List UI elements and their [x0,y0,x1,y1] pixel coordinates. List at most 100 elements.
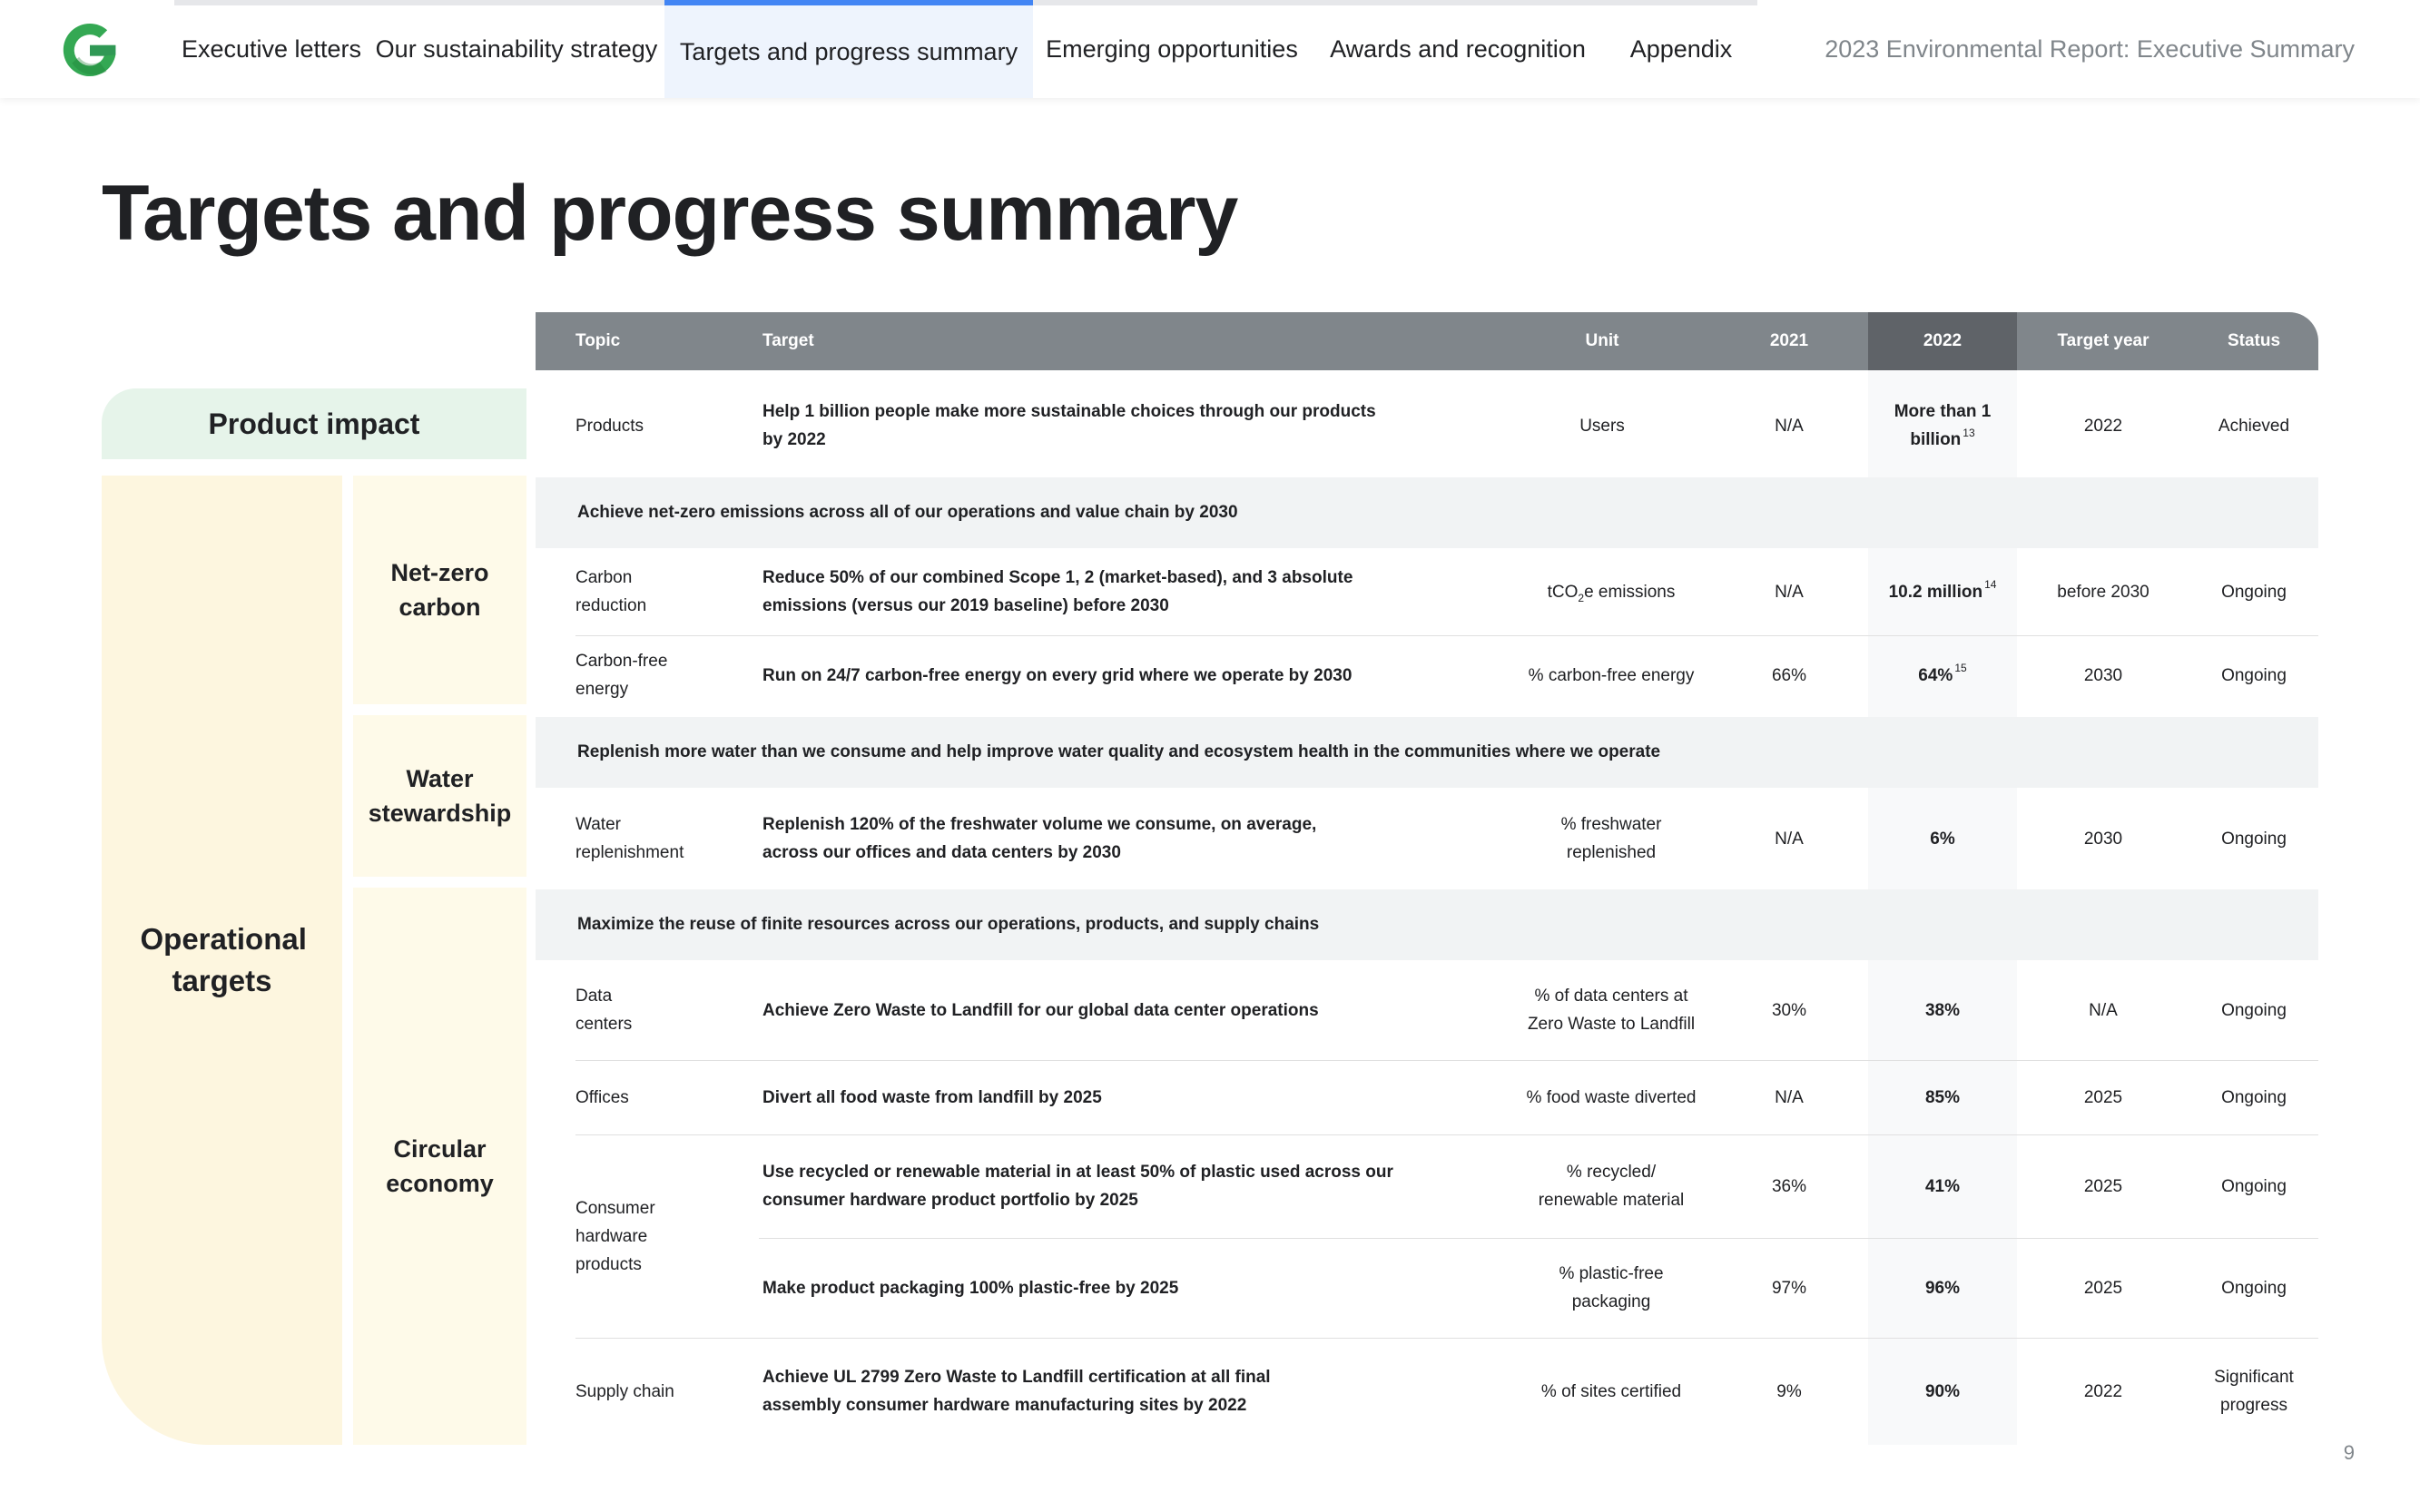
tab-executive-letters[interactable]: Executive letters [174,0,369,98]
row-target-year: N/A [2089,1000,2118,1020]
row-status: Ongoing [2221,1278,2287,1298]
row-target-year: 2030 [2083,665,2123,685]
row-2021: N/A [1775,582,1804,602]
row-2021: N/A [1775,829,1804,849]
section-band-net-zero: Achieve net-zero emissions across all of… [536,477,2318,548]
band-label: Maximize the reuse of finite resources a… [577,915,1320,934]
row-2021: 97% [1771,1278,1807,1298]
section-band-circular: Maximize the reuse of finite resources a… [536,889,2318,960]
row-2022: 96% [1924,1278,1961,1298]
subcategory-net-zero-carbon: Net-zero carbon [353,476,526,704]
row-2022: More than 1 billion 13 [1868,385,2017,466]
row-topic: Carbon reduction [575,548,748,635]
value-text: More than 1 billion [1894,402,1992,449]
row-2022: 6% [1930,829,1955,849]
footnote-ref: 13 [1963,426,1975,439]
row-2021: 30% [1771,1000,1807,1020]
row-unit: % of data centers at Zero Waste to Landf… [1509,960,1714,1060]
row-topic: Water replenishment [575,788,748,889]
tab-targets-progress-summary[interactable]: Targets and progress summary [664,0,1033,98]
category-label: Net-zero carbon [390,559,489,621]
row-unit: % recycled/ renewable material [1509,1134,1714,1238]
topic-text: Data centers [575,987,633,1034]
row-2022: 41% [1924,1176,1961,1196]
header-target-year: Target year [2057,331,2149,350]
row-status: Ongoing [2221,582,2287,602]
header-status: Status [2227,331,2281,350]
category-label: Operational targets [140,922,307,997]
row-topic: Data centers [575,960,748,1060]
row-target-year: 2030 [2083,829,2123,849]
row-status: Significant progress [2189,1338,2318,1445]
row-target: Replenish 120% of the freshwater volume … [762,815,1317,862]
row-unit: Users [1579,416,1625,436]
row-2022: 38% [1924,1000,1961,1020]
row-status: Ongoing [2221,1087,2287,1107]
row-unit: % of sites certified [1540,1381,1682,1401]
row-topic-consumer-hardware: Consumer hardware products [575,1134,748,1338]
row-status: Achieved [2218,416,2290,436]
value-text: 64% [1918,665,1953,685]
row-target-year: 2022 [2083,416,2123,436]
table-header: Topic Target Unit 2021 2022 Target year … [536,312,2318,370]
tab-emerging-opportunities[interactable]: Emerging opportunities [1033,0,1311,98]
row-status: Ongoing [2221,665,2287,685]
page-title: Targets and progress summary [102,170,1238,257]
row-target: Run on 24/7 carbon-free energy on every … [762,665,1353,685]
page-number: 9 [2343,1441,2355,1464]
header-2021: 2021 [1769,331,1809,350]
header-topic: Topic [575,331,621,350]
unit-text: % freshwater replenished [1560,815,1662,862]
tab-awards-recognition[interactable]: Awards and recognition [1311,0,1605,98]
section-band-water: Replenish more water than we consume and… [536,717,2318,788]
band-label: Achieve net-zero emissions across all of… [577,503,1238,522]
row-target-year: before 2030 [2057,582,2149,602]
row-topic: Products [575,416,644,436]
row-topic: Carbon-free energy [575,635,748,715]
row-2022: 10.2 million 14 [1868,548,2017,635]
report-title: 2023 Environmental Report: Executive Sum… [1825,34,2355,63]
google-g-logo-icon[interactable] [60,20,120,80]
row-2021: N/A [1775,1087,1804,1107]
header-target: Target [762,331,814,350]
unit-text: % of data centers at Zero Waste to Landf… [1527,987,1696,1034]
row-2021: 9% [1776,1381,1802,1401]
category-product-impact: Product impact [102,388,526,459]
topic-text: Water replenishment [575,815,684,862]
row-unit: % plastic-free packaging [1509,1238,1714,1338]
category-label: Circular economy [386,1135,494,1197]
row-status: Ongoing [2221,1000,2287,1020]
row-topic: Offices [575,1087,629,1107]
row-target: Make product packaging 100% plastic-free… [762,1278,1179,1298]
row-target: Use recycled or renewable material in at… [762,1163,1393,1210]
subcategory-circular-economy: Circular economy [353,888,526,1445]
topic-text: Carbon reduction [575,568,647,615]
tab-appendix[interactable]: Appendix [1605,0,1757,98]
row-target: Divert all food waste from landfill by 2… [762,1087,1102,1107]
status-text: Significant progress [2214,1368,2294,1415]
tab-sustainability-strategy[interactable]: Our sustainability strategy [369,0,664,98]
unit-text: e emissions [1584,582,1676,602]
row-2022: 90% [1924,1381,1961,1401]
row-2022: 85% [1924,1087,1961,1107]
unit-text: % recycled/ renewable material [1538,1163,1685,1210]
row-target-year: 2025 [2083,1278,2123,1298]
row-status: Ongoing [2221,1176,2287,1196]
value-text: 10.2 million [1888,582,1983,602]
category-operational-targets: Operational targets [102,476,342,1445]
row-target-year: 2025 [2083,1087,2123,1107]
row-topic: Supply chain [575,1381,674,1401]
subcategory-water-stewardship: Water stewardship [353,715,526,877]
footnote-ref: 15 [1954,662,1967,675]
unit-text: % plastic-free packaging [1559,1264,1664,1311]
topic-text: Consumer hardware products [575,1198,655,1274]
row-2022: 64% 15 [1868,635,2017,715]
topic-text: Carbon-free energy [575,652,668,699]
unit-text: tCO [1547,582,1579,602]
row-target: Reduce 50% of our combined Scope 1, 2 (m… [762,568,1353,615]
top-nav: Executive letters Our sustainability str… [0,0,2420,98]
row-2021: 36% [1771,1176,1807,1196]
row-unit: tCO2e emissions [1509,548,1714,635]
row-unit: % freshwater replenished [1509,788,1714,889]
category-label: Product impact [208,407,420,440]
